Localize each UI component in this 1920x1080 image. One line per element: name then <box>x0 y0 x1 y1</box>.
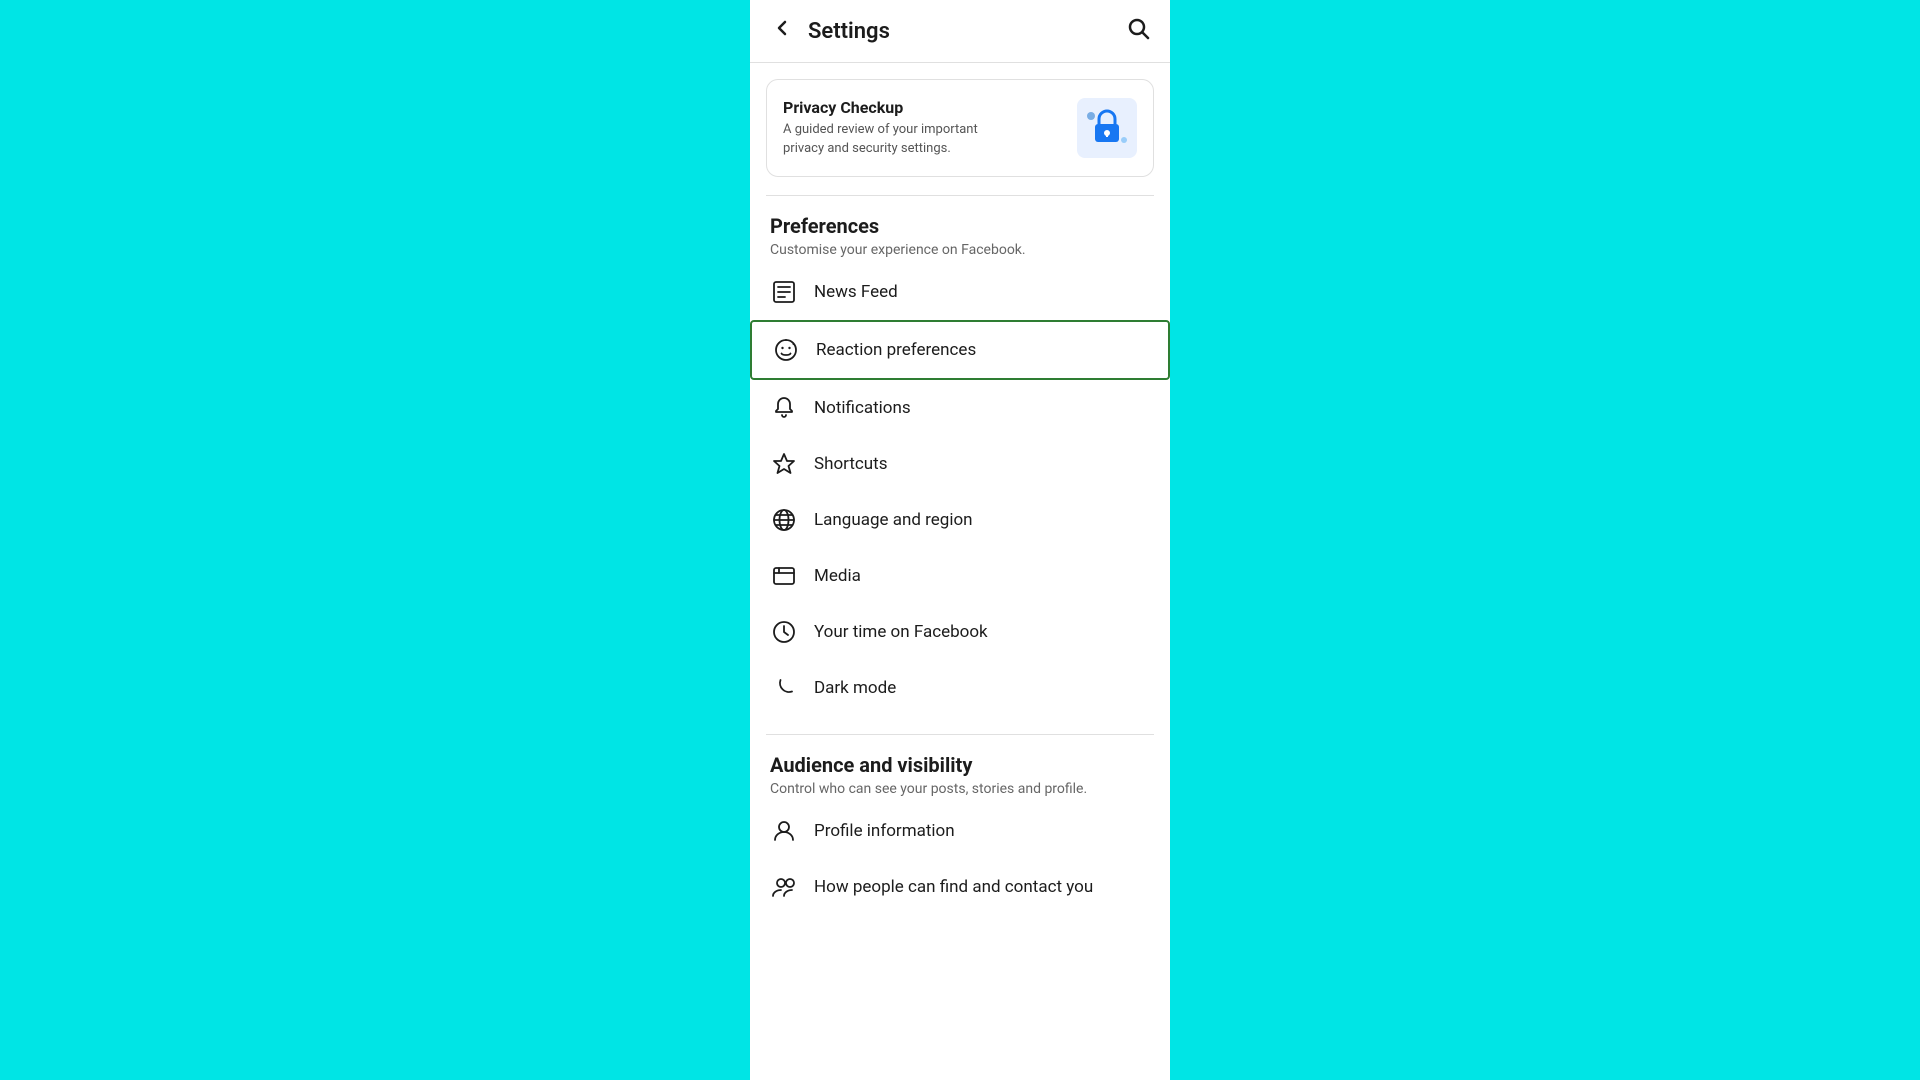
news-feed-label: News Feed <box>814 282 898 302</box>
audience-title: Audience and visibility <box>770 753 1150 777</box>
header-left: Settings <box>770 16 890 46</box>
clock-icon <box>770 618 798 646</box>
news-feed-icon <box>770 278 798 306</box>
find-contact-label: How people can find and contact you <box>814 877 1093 897</box>
globe-icon <box>770 506 798 534</box>
menu-item-reaction-preferences[interactable]: Reaction preferences <box>750 320 1170 380</box>
media-icon <box>770 562 798 590</box>
audience-section-header: Audience and visibility Control who can … <box>750 753 1170 803</box>
privacy-checkup-text: Privacy Checkup A guided review of your … <box>783 98 1013 157</box>
audience-divider <box>766 734 1154 735</box>
time-on-facebook-label: Your time on Facebook <box>814 622 988 642</box>
shortcuts-label: Shortcuts <box>814 454 888 474</box>
menu-item-dark-mode[interactable]: Dark mode <box>750 660 1170 716</box>
media-label: Media <box>814 566 861 586</box>
find-contact-icon <box>770 873 798 901</box>
privacy-checkup-card[interactable]: Privacy Checkup A guided review of your … <box>766 79 1154 177</box>
menu-item-language-region[interactable]: Language and region <box>750 492 1170 548</box>
menu-item-notifications[interactable]: Notifications <box>750 380 1170 436</box>
search-icon[interactable] <box>1126 16 1150 46</box>
profile-information-label: Profile information <box>814 821 955 841</box>
preferences-subtitle: Customise your experience on Facebook. <box>770 242 1150 258</box>
preferences-divider <box>766 195 1154 196</box>
privacy-checkup-description: A guided review of your important privac… <box>783 121 1013 157</box>
bell-icon <box>770 394 798 422</box>
language-region-label: Language and region <box>814 510 973 530</box>
back-button[interactable] <box>770 16 794 46</box>
preferences-section-header: Preferences Customise your experience on… <box>750 214 1170 264</box>
shortcuts-icon <box>770 450 798 478</box>
privacy-checkup-icon <box>1077 98 1137 158</box>
privacy-checkup-title: Privacy Checkup <box>783 98 1013 117</box>
page-title: Settings <box>808 19 890 44</box>
reaction-preferences-label: Reaction preferences <box>816 340 976 360</box>
menu-item-find-contact[interactable]: How people can find and contact you <box>750 859 1170 915</box>
preferences-title: Preferences <box>770 214 1150 238</box>
audience-subtitle: Control who can see your posts, stories … <box>770 781 1150 797</box>
menu-item-profile-information[interactable]: Profile information <box>750 803 1170 859</box>
header: Settings <box>750 0 1170 63</box>
reaction-icon <box>772 336 800 364</box>
menu-item-time-on-facebook[interactable]: Your time on Facebook <box>750 604 1170 660</box>
menu-item-shortcuts[interactable]: Shortcuts <box>750 436 1170 492</box>
moon-icon <box>770 674 798 702</box>
phone-panel: Settings Privacy Checkup A guided review… <box>750 0 1170 1080</box>
menu-item-media[interactable]: Media <box>750 548 1170 604</box>
notifications-label: Notifications <box>814 398 911 418</box>
menu-item-news-feed[interactable]: News Feed <box>750 264 1170 320</box>
content-area: Privacy Checkup A guided review of your … <box>750 63 1170 1080</box>
profile-icon <box>770 817 798 845</box>
dark-mode-label: Dark mode <box>814 678 896 698</box>
